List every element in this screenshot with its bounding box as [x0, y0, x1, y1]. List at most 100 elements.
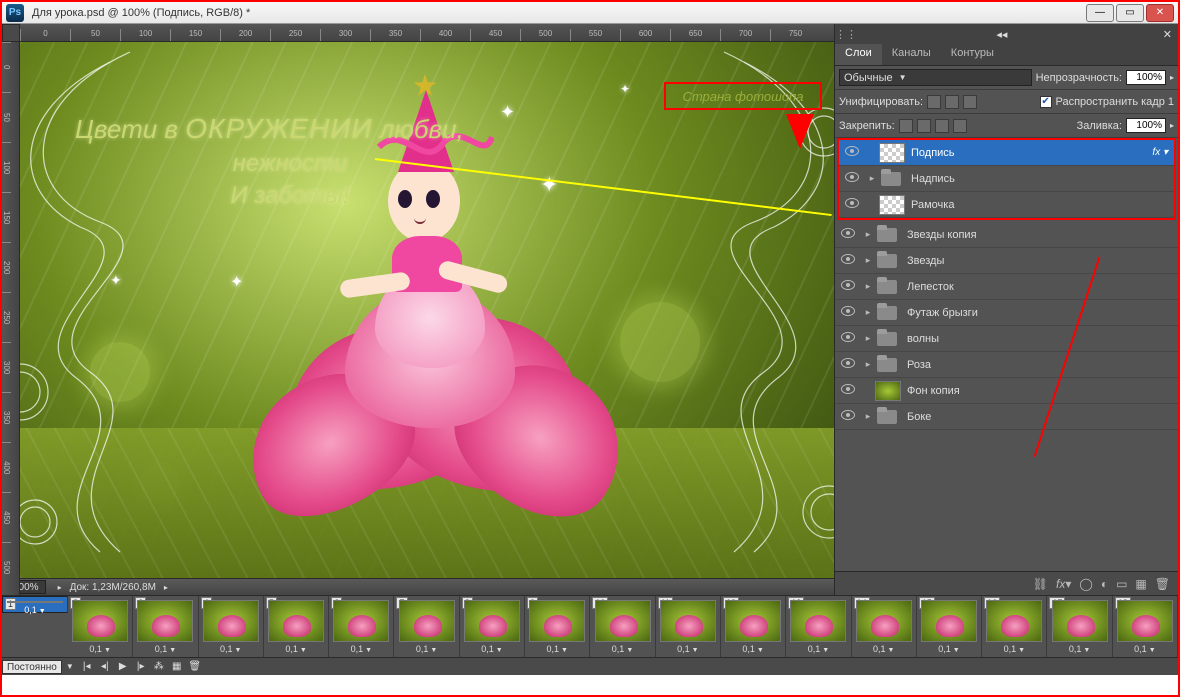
unify-visibility-icon[interactable]	[945, 95, 959, 109]
fill-popup-icon[interactable]: ▸	[1170, 121, 1174, 130]
animation-frame[interactable]: 20,1▼	[68, 596, 133, 657]
layer-row[interactable]: Рамочка	[839, 192, 1174, 218]
unify-style-icon[interactable]	[963, 95, 977, 109]
delete-frame-button[interactable]: 🗑	[186, 661, 204, 672]
frame-duration[interactable]: 0,1▼	[677, 644, 698, 654]
layer-mask-icon[interactable]: ◯	[1079, 577, 1092, 591]
tween-button[interactable]: ⁂	[150, 661, 168, 672]
unify-position-icon[interactable]	[927, 95, 941, 109]
frame-duration[interactable]: 0,1▼	[416, 644, 437, 654]
frame-duration[interactable]: 0,1▼	[808, 644, 829, 654]
layer-row[interactable]: ▸Роза	[835, 352, 1178, 378]
animation-frame[interactable]: 50,1▼	[264, 596, 329, 657]
play-button[interactable]: ▶	[114, 661, 132, 672]
frame-duration[interactable]: 0,1▼	[873, 644, 894, 654]
opacity-field[interactable]	[1126, 70, 1166, 85]
panel-grip-icon[interactable]: ⋮⋮	[835, 28, 847, 41]
expand-toggle[interactable]: ▸	[861, 255, 875, 266]
expand-toggle[interactable]: ▸	[861, 307, 875, 318]
lock-pixels-icon[interactable]	[917, 119, 931, 133]
frame-duration[interactable]: 0,1▼	[89, 644, 110, 654]
visibility-toggle[interactable]	[839, 198, 865, 211]
animation-frame[interactable]: 40,1▼	[199, 596, 264, 657]
doc-info-popup-icon[interactable]: ▸	[164, 583, 168, 592]
layer-row[interactable]: ▸волны	[835, 326, 1178, 352]
layer-fx-indicator[interactable]: fx ▾	[1146, 147, 1174, 158]
visibility-toggle[interactable]	[839, 146, 865, 159]
frame-duration[interactable]: 0,1▼	[612, 644, 633, 654]
frame-duration[interactable]: 0,1▼	[351, 644, 372, 654]
next-frame-button[interactable]: |▸	[132, 661, 150, 672]
frame-duration[interactable]: 0,1▼	[24, 605, 45, 615]
frame-duration[interactable]: 0,1▼	[1069, 644, 1090, 654]
expand-toggle[interactable]: ▸	[861, 333, 875, 344]
tab-Слои[interactable]: Слои	[835, 44, 882, 65]
layer-row[interactable]: ▸Звезды копия	[835, 222, 1178, 248]
animation-frame[interactable]: 60,1▼	[329, 596, 394, 657]
fill-field[interactable]	[1126, 118, 1166, 133]
layer-row[interactable]: ▸Боке	[835, 404, 1178, 430]
animation-frame[interactable]: 30,1▼	[133, 596, 198, 657]
canvas[interactable]: ✦ ✦ ✦ ✦ ✦	[20, 42, 834, 578]
tab-Каналы[interactable]: Каналы	[882, 44, 941, 65]
visibility-toggle[interactable]	[839, 172, 865, 185]
animation-frame[interactable]: 10,1▼	[2, 596, 68, 613]
loop-popup-icon[interactable]: ▼	[66, 662, 74, 671]
expand-toggle[interactable]: ▸	[861, 359, 875, 370]
layer-row[interactable]: ▸Лепесток	[835, 274, 1178, 300]
visibility-toggle[interactable]	[835, 228, 861, 241]
panel-collapse-icon[interactable]: ◂◂	[990, 28, 1013, 41]
animation-frame[interactable]: 180,1▼	[1113, 596, 1178, 657]
animation-frame[interactable]: 170,1▼	[1047, 596, 1112, 657]
close-button[interactable]: ✕	[1146, 4, 1174, 22]
tab-Контуры[interactable]: Контуры	[941, 44, 1004, 65]
layer-fx-icon[interactable]: fx▾	[1056, 577, 1071, 591]
frame-duration[interactable]: 0,1▼	[155, 644, 176, 654]
layer-row[interactable]: ▸Футаж брызги	[835, 300, 1178, 326]
panel-close-icon[interactable]: ✕	[1157, 28, 1178, 41]
prev-frame-button[interactable]: ◂|	[96, 661, 114, 672]
layer-row[interactable]: ▸Звезды	[835, 248, 1178, 274]
animation-frame[interactable]: 160,1▼	[982, 596, 1047, 657]
animation-frame[interactable]: 90,1▼	[525, 596, 590, 657]
layer-row[interactable]: Подписьfx ▾	[839, 140, 1174, 166]
maximize-button[interactable]: ▭	[1116, 4, 1144, 22]
visibility-toggle[interactable]	[835, 254, 861, 267]
layer-row[interactable]: ▸Надпись	[839, 166, 1174, 192]
link-layers-icon[interactable]: ⛓	[1033, 577, 1048, 591]
lock-all-icon[interactable]	[953, 119, 967, 133]
propagate-checkbox[interactable]: ✔	[1040, 96, 1052, 108]
visibility-toggle[interactable]	[835, 280, 861, 293]
animation-frame[interactable]: 80,1▼	[460, 596, 525, 657]
animation-frame[interactable]: 120,1▼	[721, 596, 786, 657]
lock-transparency-icon[interactable]	[899, 119, 913, 133]
minimize-button[interactable]: —	[1086, 4, 1114, 22]
visibility-toggle[interactable]	[835, 332, 861, 345]
frame-duration[interactable]: 0,1▼	[938, 644, 959, 654]
delete-layer-icon[interactable]: 🗑	[1155, 577, 1170, 591]
visibility-toggle[interactable]	[835, 410, 861, 423]
frame-duration[interactable]: 0,1▼	[285, 644, 306, 654]
animation-frame[interactable]: 140,1▼	[852, 596, 917, 657]
frame-duration[interactable]: 0,1▼	[547, 644, 568, 654]
expand-toggle[interactable]: ▸	[865, 173, 879, 184]
opacity-popup-icon[interactable]: ▸	[1170, 73, 1174, 82]
visibility-toggle[interactable]	[835, 384, 861, 397]
frame-duration[interactable]: 0,1▼	[481, 644, 502, 654]
layer-row[interactable]: Фон копия	[835, 378, 1178, 404]
animation-frame[interactable]: 110,1▼	[656, 596, 721, 657]
duplicate-frame-button[interactable]: ▦	[168, 661, 186, 672]
loop-select[interactable]: Постоянно	[2, 660, 62, 674]
new-layer-icon[interactable]: ▦	[1135, 577, 1146, 591]
expand-toggle[interactable]: ▸	[861, 411, 875, 422]
frame-duration[interactable]: 0,1▼	[220, 644, 241, 654]
frame-duration[interactable]: 0,1▼	[742, 644, 763, 654]
adjustment-layer-icon[interactable]: ◐	[1101, 577, 1108, 591]
expand-toggle[interactable]: ▸	[861, 281, 875, 292]
new-group-icon[interactable]: ▭	[1116, 577, 1127, 591]
animation-frame[interactable]: 130,1▼	[786, 596, 851, 657]
visibility-toggle[interactable]	[835, 358, 861, 371]
animation-frame[interactable]: 70,1▼	[394, 596, 459, 657]
animation-frame[interactable]: 100,1▼	[590, 596, 655, 657]
zoom-popup-icon[interactable]: ▸	[58, 583, 62, 592]
